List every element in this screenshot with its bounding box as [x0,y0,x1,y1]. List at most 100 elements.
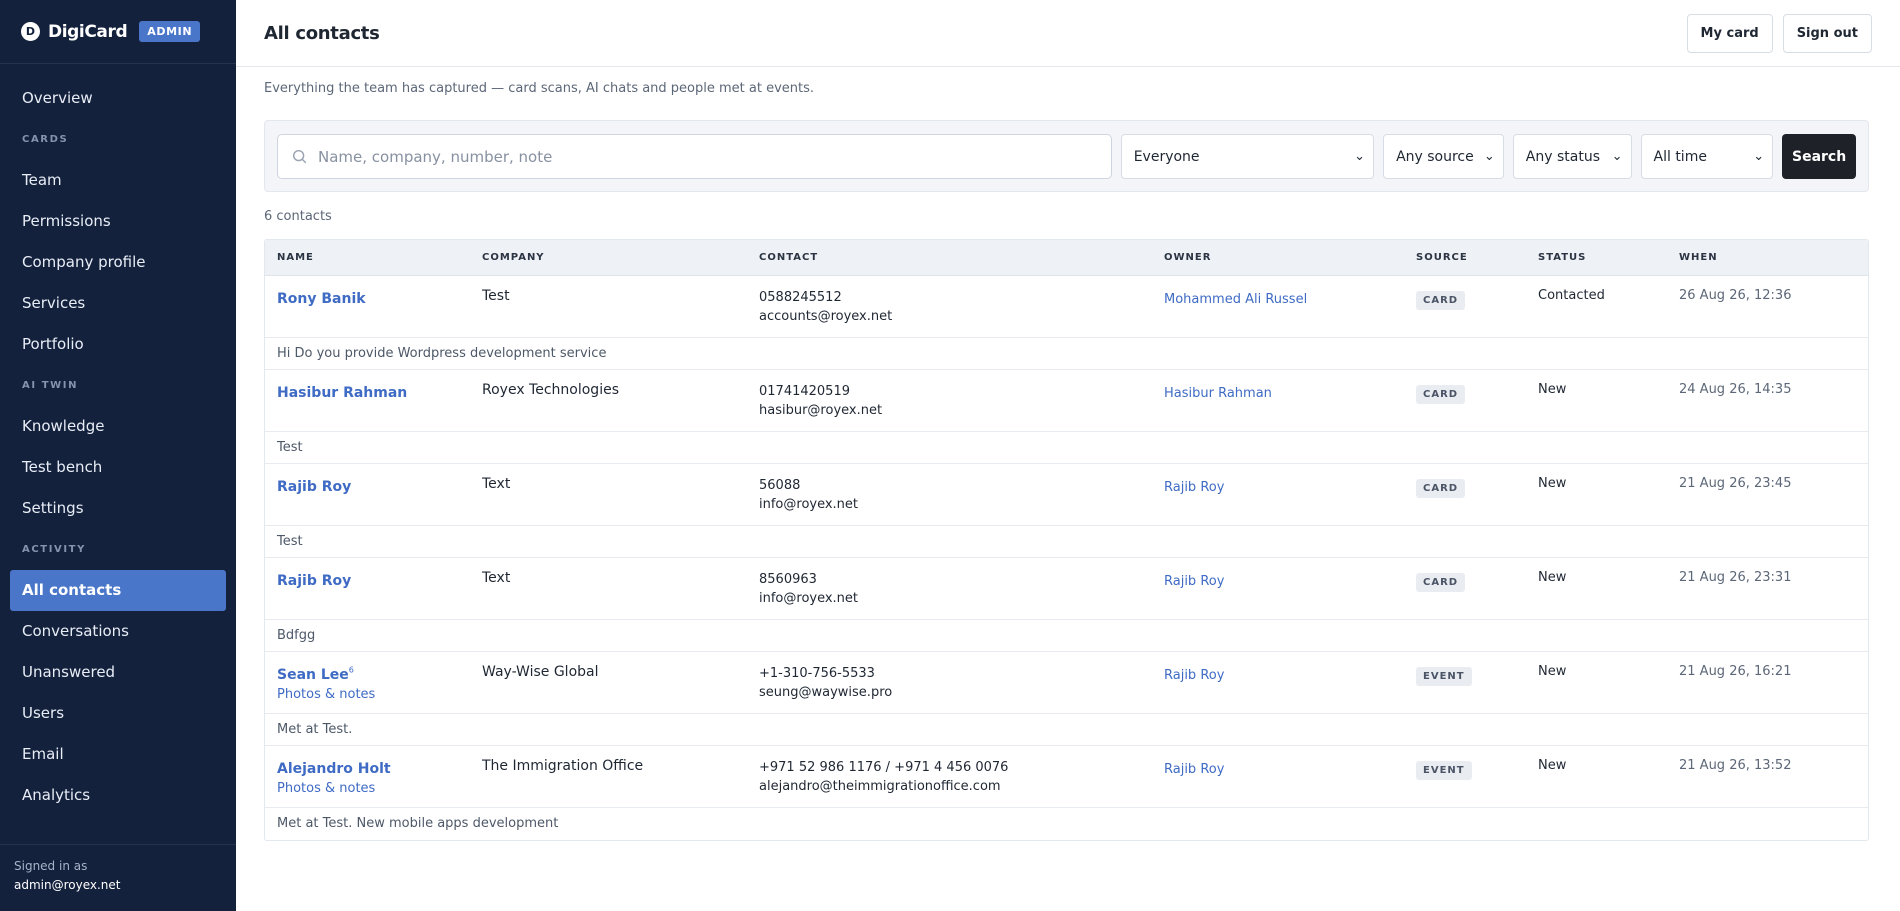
row-note: Test [265,526,1868,558]
column-header-source[interactable]: SOURCE [1416,252,1538,263]
row-note: Bdfgg [265,620,1868,652]
contact-name-link[interactable]: Rajib Roy [277,573,351,589]
sidebar-item-permissions[interactable]: Permissions [10,201,226,242]
contact-email: info@royex.net [759,591,859,606]
status-select[interactable]: Any status ⌄ [1512,134,1632,179]
sidebar-item-test-bench[interactable]: Test bench [10,447,226,488]
source-cell: CARD [1416,570,1538,619]
contact-name-link[interactable]: Rajib Roy [277,479,351,495]
table-row[interactable]: Rony Banik Test 0588245512 accounts@roye… [265,276,1868,338]
name-cell: Rony Banik [265,288,482,337]
row-note: Met at Test. New mobile apps development [277,816,559,831]
contact-cell: 01741420519 hasibur@royex.net [759,382,1164,431]
sidebar-item-users[interactable]: Users [10,693,226,734]
owner-link[interactable]: Hasibur Rahman [1164,386,1272,401]
company-cell: Way-Wise Global [482,664,599,680]
column-header-owner[interactable]: OWNER [1164,252,1416,263]
source-cell: CARD [1416,288,1538,337]
sidebar-item-overview[interactable]: Overview [10,78,226,119]
contact-name-link[interactable]: Sean Lee [277,667,349,683]
contact-cell: +971 52 986 1176 / +971 4 456 0076 aleja… [759,758,1164,807]
sidebar-item-conversations[interactable]: Conversations [10,611,226,652]
source-select-value: Any source [1396,148,1474,165]
owner-link[interactable]: Rajib Roy [1164,762,1224,777]
sidebar-item-portfolio[interactable]: Portfolio [10,324,226,365]
search-input[interactable] [318,147,1098,166]
column-header-status[interactable]: STATUS [1538,252,1679,263]
company-cell: The Immigration Office [482,758,644,774]
brand-logo-icon[interactable]: D [21,22,40,41]
admin-badge: ADMIN [139,21,201,42]
table-row[interactable]: Rajib Roy Text 8560963 info@royex.net Ra… [265,558,1868,620]
company-cell: Text [482,476,511,492]
table-row[interactable]: Alejandro Holt Photos & notes The Immigr… [265,746,1868,808]
photos-notes-link[interactable]: Photos & notes [277,687,482,702]
chevron-down-icon: ⌄ [1611,149,1623,164]
my-card-button[interactable]: My card [1686,13,1773,53]
name-cell: Rajib Roy [265,476,482,525]
status-cell: New [1538,570,1567,585]
page-title: All contacts [264,22,380,44]
status-cell: New [1538,758,1567,773]
owner-link[interactable]: Rajib Roy [1164,668,1224,683]
owner-cell: Rajib Roy [1164,664,1416,713]
chevron-down-icon: ⌄ [1753,149,1765,164]
sidebar-item-team[interactable]: Team [10,160,226,201]
photos-notes-link[interactable]: Photos & notes [277,781,482,796]
contacts-count: 6 contacts [264,209,332,224]
sidebar-nav: Overview CARDS Team Permissions Company … [0,64,236,816]
contact-phone: +1-310-756-5533 [759,666,875,681]
source-cell: EVENT [1416,664,1538,713]
source-select[interactable]: Any source ⌄ [1383,134,1504,179]
sidebar-item-services[interactable]: Services [10,283,226,324]
search-box[interactable] [277,134,1112,179]
column-header-company[interactable]: COMPANY [482,252,759,263]
name-cell: Alejandro Holt Photos & notes [265,758,482,807]
time-select[interactable]: All time ⌄ [1640,134,1774,179]
name-cell: Sean Lee6 Photos & notes [265,664,482,713]
contact-name-link[interactable]: Hasibur Rahman [277,385,407,401]
owner-select-value: Everyone [1133,148,1200,165]
brand-name[interactable]: DigiCard [48,22,128,42]
when-cell: 21 Aug 26, 13:52 [1679,758,1792,773]
main-content: All contacts My card Sign out Everything… [236,0,1900,911]
source-badge: CARD [1416,573,1466,592]
owner-link[interactable]: Rajib Roy [1164,480,1224,495]
column-header-contact[interactable]: CONTACT [759,252,1164,263]
contact-phone: 0588245512 [759,290,842,305]
sidebar-item-unanswered[interactable]: Unanswered [10,652,226,693]
company-cell: Text [482,570,511,586]
owner-link[interactable]: Mohammed Ali Russel [1164,292,1307,307]
sidebar-item-all-contacts[interactable]: All contacts [10,570,226,611]
contact-name-link[interactable]: Alejandro Holt [277,761,391,777]
status-cell: New [1538,476,1567,491]
signed-in-label: Signed in as [14,859,88,873]
name-cell: Hasibur Rahman [265,382,482,431]
sidebar-item-knowledge[interactable]: Knowledge [10,406,226,447]
sidebar-item-email[interactable]: Email [10,734,226,775]
contact-name-link[interactable]: Rony Banik [277,291,366,307]
sidebar-item-analytics[interactable]: Analytics [10,775,226,816]
search-icon [292,149,307,163]
sidebar-item-company-profile[interactable]: Company profile [10,242,226,283]
sidebar-section-cards: CARDS [22,134,69,145]
sign-out-button[interactable]: Sign out [1782,13,1872,53]
when-cell: 24 Aug 26, 14:35 [1679,382,1792,397]
source-badge: CARD [1416,291,1466,310]
table-row[interactable]: Hasibur Rahman Royex Technologies 017414… [265,370,1868,432]
owner-link[interactable]: Rajib Roy [1164,574,1224,589]
table-row[interactable]: Sean Lee6 Photos & notes Way-Wise Global… [265,652,1868,714]
contacts-table: NAME COMPANY CONTACT OWNER SOURCE STATUS… [264,239,1869,841]
owner-select[interactable]: Everyone ⌄ [1120,134,1375,179]
row-note: Hi Do you provide Wordpress development … [265,338,1868,370]
name-superscript: 6 [348,665,354,675]
owner-cell: Mohammed Ali Russel [1164,288,1416,337]
contact-email: seung@waywise.pro [759,685,893,700]
sidebar-item-settings[interactable]: Settings [10,488,226,529]
brand: D DigiCard ADMIN [0,0,236,64]
topbar: All contacts My card Sign out [236,0,1900,67]
search-button[interactable]: Search [1782,134,1856,179]
table-row[interactable]: Rajib Roy Text 56088 info@royex.net Raji… [265,464,1868,526]
column-header-name[interactable]: NAME [265,252,482,263]
column-header-when[interactable]: WHEN [1679,252,1868,263]
